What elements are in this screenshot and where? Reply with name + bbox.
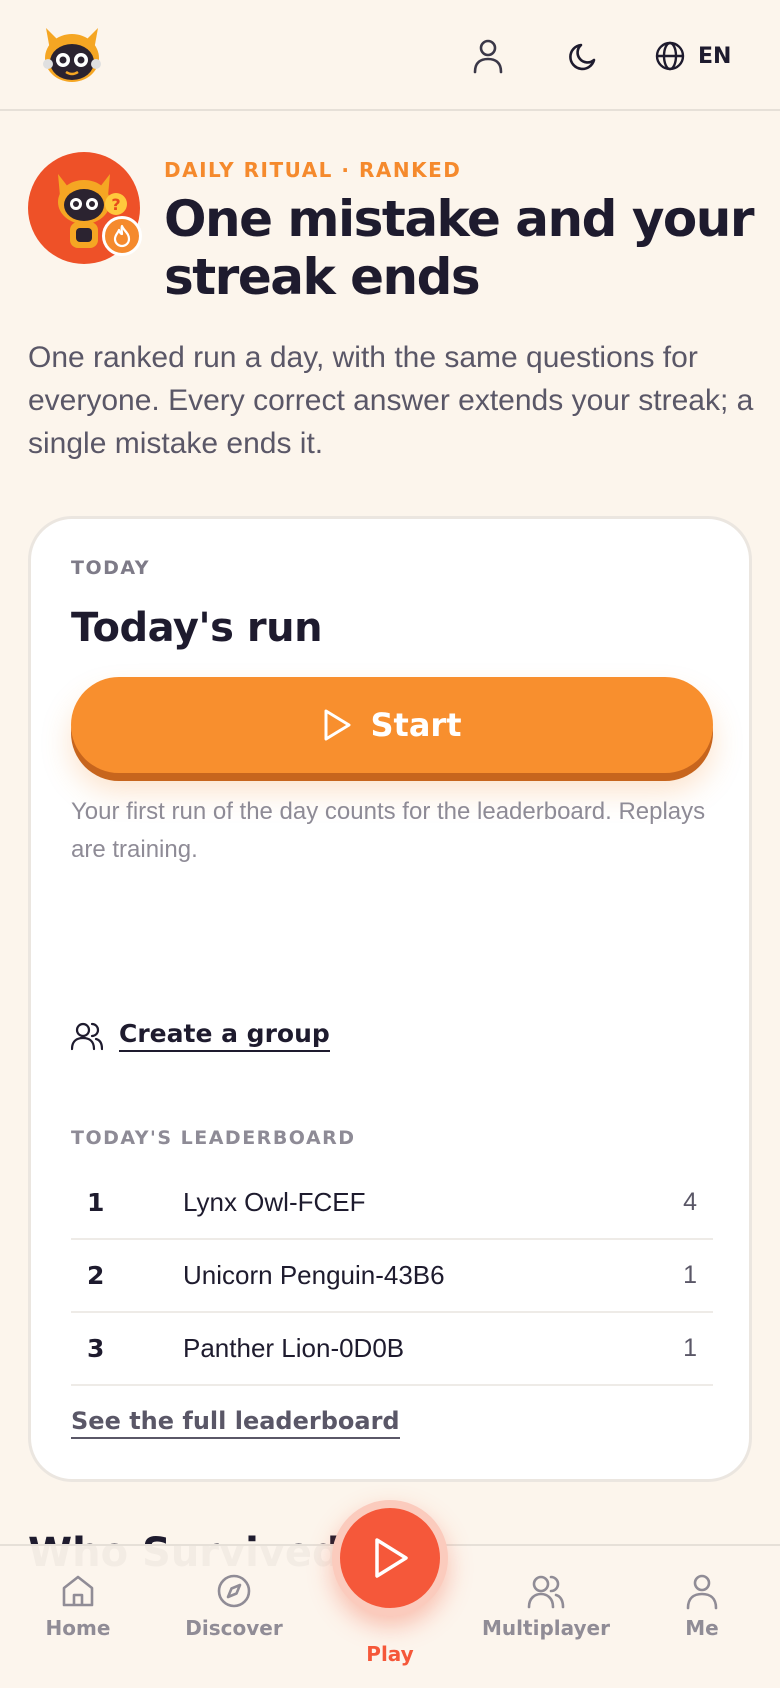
create-group-link[interactable]: Create a group xyxy=(71,1019,330,1052)
user-icon xyxy=(473,39,503,74)
flame-icon xyxy=(113,224,131,248)
play-icon xyxy=(375,1538,408,1578)
leaderboard-player-name: Lynx Owl-FCEF xyxy=(183,1187,366,1217)
page: EN ? DAILY RITUAL · RANKED One mistake a… xyxy=(0,0,780,1688)
leaderboard-row[interactable]: 1 Lynx Owl-FCEF 4 xyxy=(71,1167,713,1240)
nav-multiplayer[interactable]: Multiplayer xyxy=(468,1572,624,1640)
nav-discover[interactable]: Discover xyxy=(156,1572,312,1640)
nav-home-label: Home xyxy=(45,1616,111,1640)
theme-toggle-button[interactable] xyxy=(560,32,608,80)
leaderboard-row[interactable]: 3 Panther Lion-0D0B 1 xyxy=(71,1313,713,1386)
leaderboard-row[interactable]: 2 Unicorn Penguin-43B6 1 xyxy=(71,1240,713,1313)
leaderboard-score: 1 xyxy=(683,1334,697,1362)
language-label: EN xyxy=(698,43,732,69)
nav-multiplayer-label: Multiplayer xyxy=(482,1616,610,1640)
leaderboard-rank: 2 xyxy=(87,1261,105,1290)
globe-icon xyxy=(655,41,685,71)
nav-play-label: Play xyxy=(366,1642,414,1666)
profile-button[interactable] xyxy=(464,32,512,80)
create-group-label: Create a group xyxy=(119,1019,330,1052)
leaderboard-title: TODAY'S LEADERBOARD xyxy=(71,1127,356,1149)
leaderboard-score: 4 xyxy=(683,1188,697,1216)
nav-me[interactable]: Me xyxy=(624,1572,780,1640)
cat-robot-logo-icon[interactable] xyxy=(40,24,104,86)
flame-badge xyxy=(102,216,142,256)
leaderboard-list: 1 Lynx Owl-FCEF 4 2 Unicorn Penguin-43B6… xyxy=(71,1167,713,1386)
home-icon xyxy=(62,1575,94,1607)
svg-text:?: ? xyxy=(111,195,120,214)
hero-eyebrow: DAILY RITUAL · RANKED xyxy=(164,158,462,182)
nav-discover-label: Discover xyxy=(185,1616,283,1640)
users-icon xyxy=(527,1575,565,1609)
start-button[interactable]: Start xyxy=(71,677,713,773)
leaderboard-rank: 3 xyxy=(87,1334,105,1363)
leaderboard-rank: 1 xyxy=(87,1188,105,1217)
leaderboard-player-name: Panther Lion-0D0B xyxy=(183,1333,405,1363)
card-note: Your first run of the day counts for the… xyxy=(71,798,706,863)
user-icon xyxy=(686,1574,718,1610)
users-icon xyxy=(71,1022,103,1050)
start-button-label: Start xyxy=(370,706,462,744)
card-title: Today's run xyxy=(71,605,323,651)
language-selector[interactable]: EN xyxy=(654,36,731,76)
leaderboard-player-name: Unicorn Penguin-43B6 xyxy=(183,1260,445,1290)
app-header: EN xyxy=(0,0,780,111)
compass-icon xyxy=(217,1574,251,1608)
moon-icon xyxy=(569,43,596,71)
card-eyebrow: TODAY xyxy=(71,557,151,579)
play-icon xyxy=(324,709,351,741)
nav-home[interactable]: Home xyxy=(0,1572,156,1640)
todays-run-card: TODAY Today's run Start Your first run o… xyxy=(28,516,752,1482)
nav-me-label: Me xyxy=(685,1616,719,1640)
hero-description: One ranked run a day, with the same ques… xyxy=(28,341,754,460)
hero-title: One mistake and your streak ends xyxy=(164,190,755,306)
leaderboard-score: 1 xyxy=(683,1261,697,1289)
play-fab-button[interactable] xyxy=(332,1500,448,1616)
see-full-leaderboard-link[interactable]: See the full leaderboard xyxy=(71,1407,400,1439)
